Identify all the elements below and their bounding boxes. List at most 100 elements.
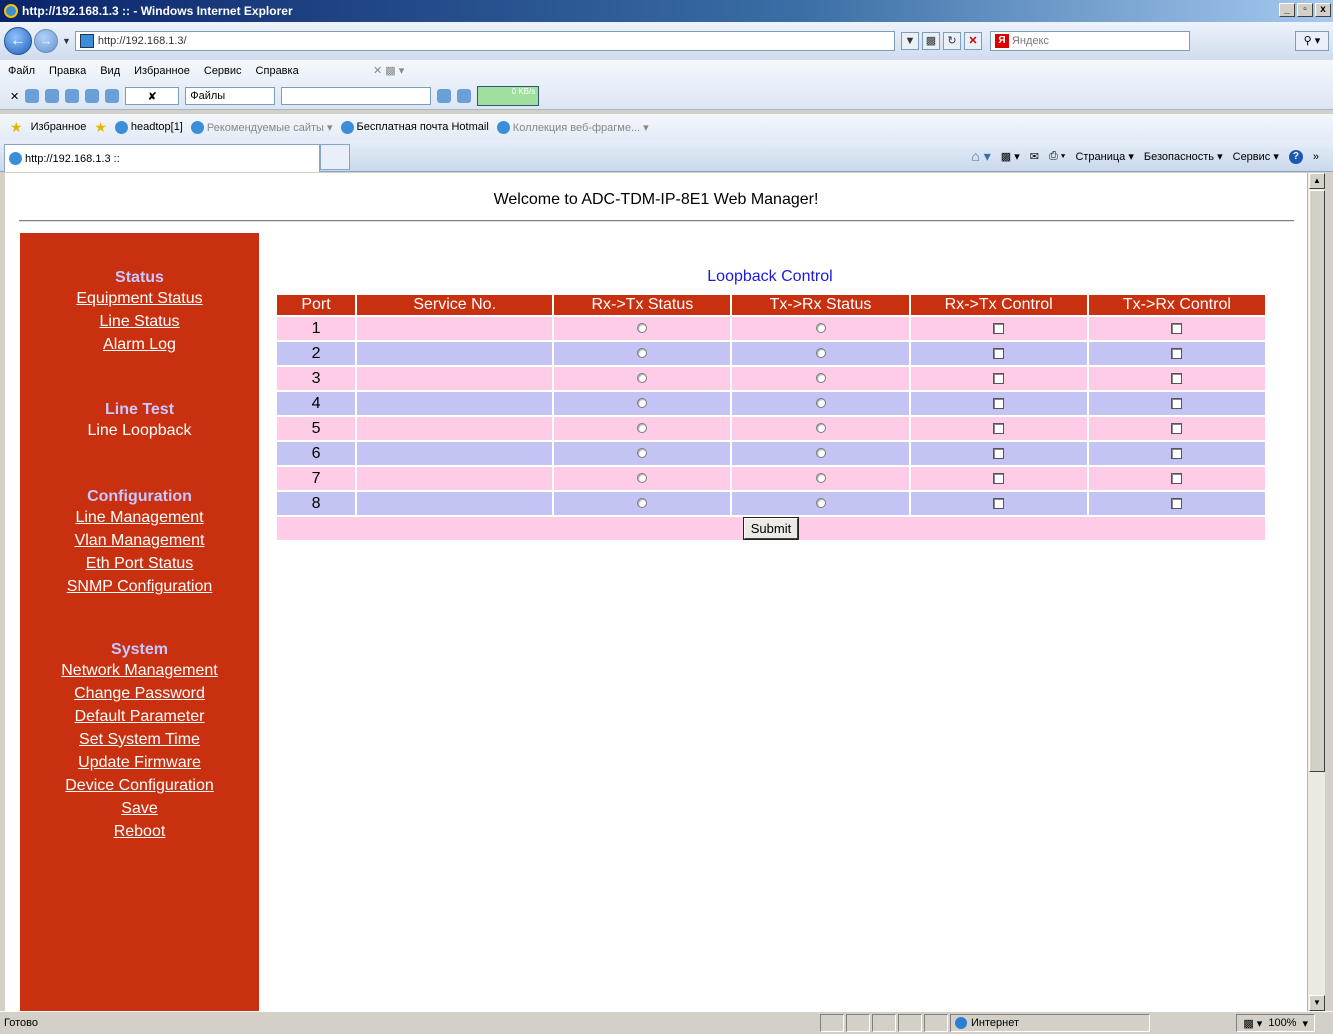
addon-search-icon[interactable] [437, 89, 452, 103]
txrx-control-checkbox[interactable] [1171, 347, 1183, 359]
feeds-icon[interactable]: ▩ ▾ [1001, 150, 1020, 163]
forward-button[interactable]: → [34, 29, 58, 53]
txrx-control-checkbox[interactable] [1171, 397, 1183, 409]
link-reboot[interactable]: Reboot [20, 820, 259, 843]
menu-favorites[interactable]: Избранное [134, 65, 190, 77]
scroll-down-icon[interactable]: ▼ [1309, 995, 1325, 1011]
txrx-status-radio[interactable] [815, 398, 826, 409]
link-vlan-management[interactable]: Vlan Management [20, 529, 259, 552]
compat-view-button[interactable]: ▩ [921, 32, 940, 50]
cmd-page[interactable]: Страница ▾ [1075, 150, 1133, 163]
files-dropdown[interactable]: Файлы [185, 87, 276, 105]
address-input[interactable]: http://192.168.1.3/ [74, 31, 895, 51]
scroll-thumb[interactable] [1309, 190, 1325, 772]
fav-item-suggested[interactable]: Рекомендуемые сайты ▾ [190, 120, 333, 134]
txrx-status-radio[interactable] [815, 448, 826, 459]
cmd-safety[interactable]: Безопасность ▾ [1144, 150, 1223, 163]
mail-icon[interactable]: ✉ [1030, 150, 1039, 163]
fav-item-headtop[interactable]: headtop[1] [114, 120, 183, 134]
txrx-status-radio[interactable] [815, 323, 826, 334]
tab-current[interactable]: http://192.168.1.3 :: [4, 144, 320, 172]
chevron-more-icon[interactable]: » [1313, 151, 1319, 163]
link-line-management[interactable]: Line Management [20, 506, 259, 529]
minimize-button[interactable]: _ [1279, 3, 1295, 17]
rxtx-status-radio[interactable] [637, 398, 648, 409]
rxtx-control-checkbox[interactable] [993, 397, 1005, 409]
toolbar-close-icon[interactable]: ✕ ▩ ▾ [373, 64, 404, 77]
txrx-control-checkbox[interactable] [1171, 422, 1183, 434]
new-tab-button[interactable] [320, 144, 350, 170]
link-change-password[interactable]: Change Password [20, 682, 259, 705]
link-set-system-time[interactable]: Set System Time [20, 728, 259, 751]
link-update-firmware[interactable]: Update Firmware [20, 751, 259, 774]
txrx-control-checkbox[interactable] [1171, 497, 1183, 509]
addon-icon-3[interactable] [65, 89, 80, 103]
rxtx-status-radio[interactable] [637, 448, 648, 459]
rxtx-status-radio[interactable] [637, 348, 648, 359]
menu-file[interactable]: Файл [8, 65, 35, 77]
print-icon[interactable]: ⎙ ▾ [1049, 150, 1065, 163]
rxtx-control-checkbox[interactable] [993, 322, 1005, 334]
addon-tool-box[interactable]: ✘ [125, 87, 180, 105]
submit-button[interactable]: Submit [742, 517, 800, 540]
close-button[interactable]: x [1315, 3, 1331, 17]
maximize-button[interactable]: ▫ [1297, 3, 1313, 17]
txrx-control-checkbox[interactable] [1171, 472, 1183, 484]
txrx-status-radio[interactable] [815, 348, 826, 359]
menu-tools[interactable]: Сервис [204, 65, 242, 77]
address-dropdown-button[interactable]: ▼ [900, 32, 919, 50]
link-network-management[interactable]: Network Management [20, 659, 259, 682]
zoom-control[interactable]: ▩ ▾ 100% ▾ [1236, 1014, 1315, 1032]
vertical-scrollbar[interactable]: ▲ ▼ [1307, 173, 1325, 1011]
addon-close-icon[interactable]: ✕ [10, 90, 19, 103]
stop-button[interactable]: ✕ [963, 32, 982, 50]
rxtx-status-radio[interactable] [637, 473, 648, 484]
txrx-status-radio[interactable] [815, 498, 826, 509]
menu-view[interactable]: Вид [100, 65, 120, 77]
fav-item-hotmail[interactable]: Бесплатная почта Hotmail [340, 120, 489, 134]
addon-icon-5[interactable] [105, 89, 120, 103]
rxtx-control-checkbox[interactable] [993, 472, 1005, 484]
security-zone[interactable]: Интернет [950, 1014, 1150, 1032]
link-eth-port-status[interactable]: Eth Port Status [20, 552, 259, 575]
link-device-configuration[interactable]: Device Configuration [20, 774, 259, 797]
zoom-dropdown-icon[interactable]: ▾ [1302, 1017, 1308, 1030]
rxtx-status-radio[interactable] [637, 498, 648, 509]
menu-edit[interactable]: Правка [49, 65, 86, 77]
home-icon[interactable]: ⌂ ▾ [971, 148, 990, 165]
addon-icon-6[interactable] [457, 89, 472, 103]
addon-icon-4[interactable] [85, 89, 100, 103]
rxtx-control-checkbox[interactable] [993, 347, 1005, 359]
txrx-control-checkbox[interactable] [1171, 372, 1183, 384]
rxtx-control-checkbox[interactable] [993, 422, 1005, 434]
history-dropdown-icon[interactable]: ▼ [62, 36, 71, 46]
search-input[interactable]: Я Яндекс [989, 31, 1190, 51]
rxtx-status-radio[interactable] [637, 373, 648, 384]
cmd-tools[interactable]: Сервис ▾ [1233, 150, 1279, 163]
txrx-control-checkbox[interactable] [1171, 447, 1183, 459]
link-equipment-status[interactable]: Equipment Status [20, 287, 259, 310]
link-alarm-log[interactable]: Alarm Log [20, 333, 259, 356]
protected-mode-icon[interactable]: ▩ ▾ [1243, 1017, 1262, 1030]
add-favorite-icon[interactable]: ★ [94, 119, 107, 136]
link-save[interactable]: Save [20, 797, 259, 820]
addon-icon-1[interactable] [25, 89, 40, 103]
link-line-status[interactable]: Line Status [20, 310, 259, 333]
rxtx-control-checkbox[interactable] [993, 497, 1005, 509]
favorites-star-icon[interactable]: ★ [10, 119, 23, 136]
link-default-parameter[interactable]: Default Parameter [20, 705, 259, 728]
favorites-button[interactable]: Избранное [31, 121, 87, 133]
item-line-loopback[interactable]: Line Loopback [20, 419, 259, 442]
scroll-up-icon[interactable]: ▲ [1309, 173, 1325, 189]
help-icon[interactable]: ? [1288, 149, 1303, 164]
rxtx-status-radio[interactable] [637, 423, 648, 434]
rxtx-control-checkbox[interactable] [993, 447, 1005, 459]
txrx-status-radio[interactable] [815, 473, 826, 484]
txrx-status-radio[interactable] [815, 423, 826, 434]
fav-item-webslices[interactable]: Коллекция веб-фрагме... ▾ [496, 120, 649, 134]
rxtx-status-radio[interactable] [637, 323, 648, 334]
back-button[interactable]: ← [4, 27, 32, 55]
search-button[interactable]: ⚲ ▾ [1295, 31, 1329, 51]
txrx-control-checkbox[interactable] [1171, 322, 1183, 334]
rxtx-control-checkbox[interactable] [993, 372, 1005, 384]
